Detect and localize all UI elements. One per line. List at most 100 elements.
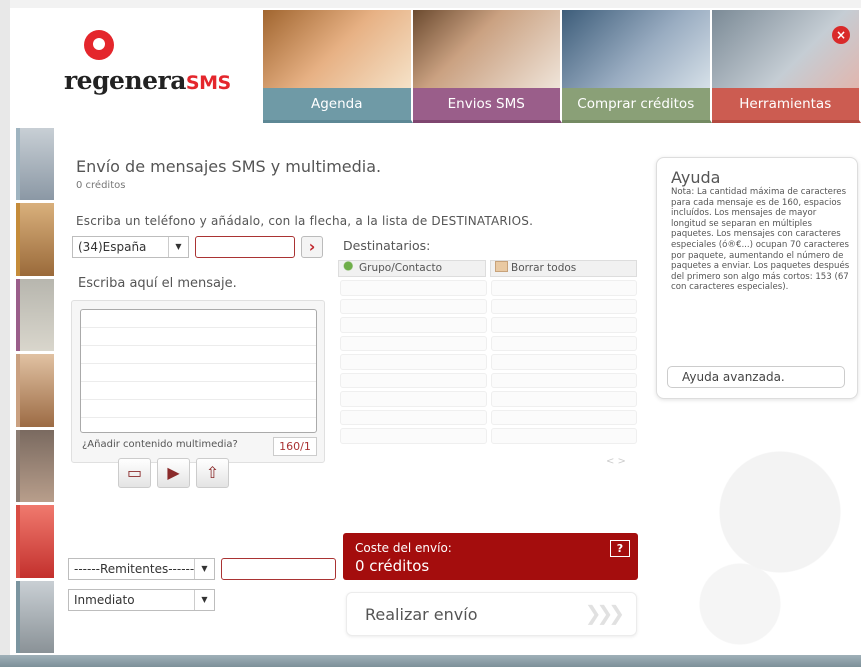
- recipient-slot[interactable]: [340, 354, 487, 370]
- recipients-pager[interactable]: < >: [606, 456, 626, 467]
- main-nav: Agenda Envios SMS Comprar créditos Herra…: [263, 88, 861, 123]
- recipient-row: [340, 391, 637, 407]
- header-banner: [263, 10, 861, 88]
- send-button[interactable]: Realizar envío ❯❯❯: [346, 592, 637, 636]
- recipient-slot[interactable]: [490, 280, 637, 296]
- add-multimedia-link[interactable]: ¿Añadir contenido multimedia?: [82, 439, 238, 450]
- banner-photo-1: [263, 10, 413, 88]
- left-border: [0, 0, 10, 667]
- tab-herramientas[interactable]: Herramientas: [711, 88, 861, 123]
- country-select[interactable]: (34)España ▼: [72, 236, 189, 258]
- instructions: Escriba un teléfono y añádalo, con la fl…: [76, 214, 534, 228]
- recipient-slot[interactable]: [490, 317, 637, 333]
- cost-value: 0 créditos: [355, 557, 430, 575]
- decorative-background: [660, 420, 860, 650]
- banner-photo-3: [562, 10, 712, 88]
- strip-photo: [16, 203, 54, 276]
- recipient-row: [340, 280, 637, 296]
- strip-photo: [16, 505, 54, 578]
- cost-label: Coste del envío:: [355, 541, 452, 555]
- phone-input[interactable]: [195, 236, 295, 258]
- logo[interactable]: regeneraSMS: [62, 22, 252, 102]
- tab-envios-sms[interactable]: Envios SMS: [412, 88, 562, 123]
- logo-main: regenera: [64, 66, 186, 95]
- sender-select[interactable]: ------Remitentes------ ▼: [68, 558, 215, 580]
- recipient-slot[interactable]: [340, 317, 487, 333]
- video-icon: ▶: [167, 463, 180, 482]
- message-label: Escriba aquí el mensaje.: [78, 276, 237, 291]
- recipient-slot[interactable]: [340, 391, 487, 407]
- credits-balance: 0 créditos: [76, 180, 126, 191]
- add-group-contact-label: Grupo/Contacto: [359, 262, 443, 274]
- photo-strip: [16, 128, 54, 653]
- clear-icon: [495, 261, 508, 272]
- clear-all-label: Borrar todos: [511, 262, 577, 274]
- recipients-label: Destinatarios:: [343, 238, 431, 253]
- recipients-list: [340, 280, 637, 450]
- strip-photo: [16, 278, 54, 352]
- image-icon: ▭: [126, 463, 143, 482]
- recipient-slot[interactable]: [340, 298, 487, 314]
- recipient-row: [340, 354, 637, 370]
- recipient-slot[interactable]: [490, 391, 637, 407]
- upload-icon: ⇧: [205, 463, 220, 482]
- recipient-row: [340, 409, 637, 425]
- tab-agenda[interactable]: Agenda: [263, 88, 413, 123]
- chevron-down-icon: ▼: [194, 559, 214, 579]
- recipient-slot[interactable]: [490, 335, 637, 351]
- cost-panel: Coste del envío: 0 créditos ?: [343, 533, 638, 580]
- logo-mark-icon: [84, 30, 114, 60]
- recipient-slot[interactable]: [490, 298, 637, 314]
- banner-photo-4: [711, 10, 861, 88]
- timing-select-value: Inmediato: [74, 593, 135, 607]
- chevron-down-icon: ▼: [194, 590, 214, 610]
- strip-photo: [16, 354, 54, 427]
- timing-select[interactable]: Inmediato ▼: [68, 589, 215, 611]
- logo-accent: SMS: [185, 72, 231, 94]
- add-group-contact-button[interactable]: Grupo/Contacto: [338, 260, 486, 277]
- recipient-slot[interactable]: [340, 428, 487, 444]
- arrow-right-icon: ❯❯❯: [584, 601, 625, 625]
- message-textarea[interactable]: [80, 309, 317, 433]
- recipient-slot[interactable]: [340, 280, 487, 296]
- recipient-slot[interactable]: [490, 428, 637, 444]
- recipient-row: [340, 428, 637, 444]
- recipient-row: [340, 317, 637, 333]
- recipient-slot[interactable]: [340, 335, 487, 351]
- clear-all-button[interactable]: Borrar todos: [490, 260, 637, 277]
- help-text: Nota: La cantidad máxima de caracteres p…: [671, 187, 850, 293]
- country-select-value: (34)España: [78, 240, 147, 254]
- image-button[interactable]: ▭: [118, 458, 151, 488]
- close-icon[interactable]: ×: [832, 26, 850, 44]
- recipient-slot[interactable]: [490, 354, 637, 370]
- recipient-slot[interactable]: [340, 372, 487, 388]
- strip-photo: [16, 128, 54, 201]
- advanced-help-button[interactable]: Ayuda avanzada.: [667, 366, 845, 388]
- add-contact-icon: [343, 261, 356, 272]
- strip-photo: [16, 580, 54, 653]
- help-panel: Ayuda Nota: La cantidad máxima de caract…: [656, 157, 858, 399]
- upload-button[interactable]: ⇧: [196, 458, 229, 488]
- recipient-slot[interactable]: [490, 372, 637, 388]
- send-button-label: Realizar envío: [365, 605, 478, 624]
- recipient-slot[interactable]: [340, 409, 487, 425]
- bottom-border: [0, 655, 861, 667]
- page-title: Envío de mensajes SMS y multimedia.: [76, 157, 382, 176]
- character-counter: 160/1: [273, 437, 317, 456]
- recipient-row: [340, 298, 637, 314]
- video-button[interactable]: ▶: [157, 458, 190, 488]
- chevron-down-icon: ▼: [168, 237, 188, 257]
- tab-comprar-creditos[interactable]: Comprar créditos: [562, 88, 712, 123]
- cost-help-button[interactable]: ?: [610, 540, 630, 557]
- sender-input[interactable]: [221, 558, 336, 580]
- sender-select-value: ------Remitentes------: [74, 562, 195, 576]
- add-recipient-button[interactable]: ›: [301, 236, 323, 258]
- logo-text: regeneraSMS: [64, 66, 231, 95]
- recipient-row: [340, 335, 637, 351]
- help-title: Ayuda: [671, 168, 721, 187]
- recipient-row: [340, 372, 637, 388]
- banner-photo-2: [412, 10, 562, 88]
- recipient-slot[interactable]: [490, 409, 637, 425]
- top-border: [0, 0, 861, 8]
- strip-photo: [16, 429, 54, 503]
